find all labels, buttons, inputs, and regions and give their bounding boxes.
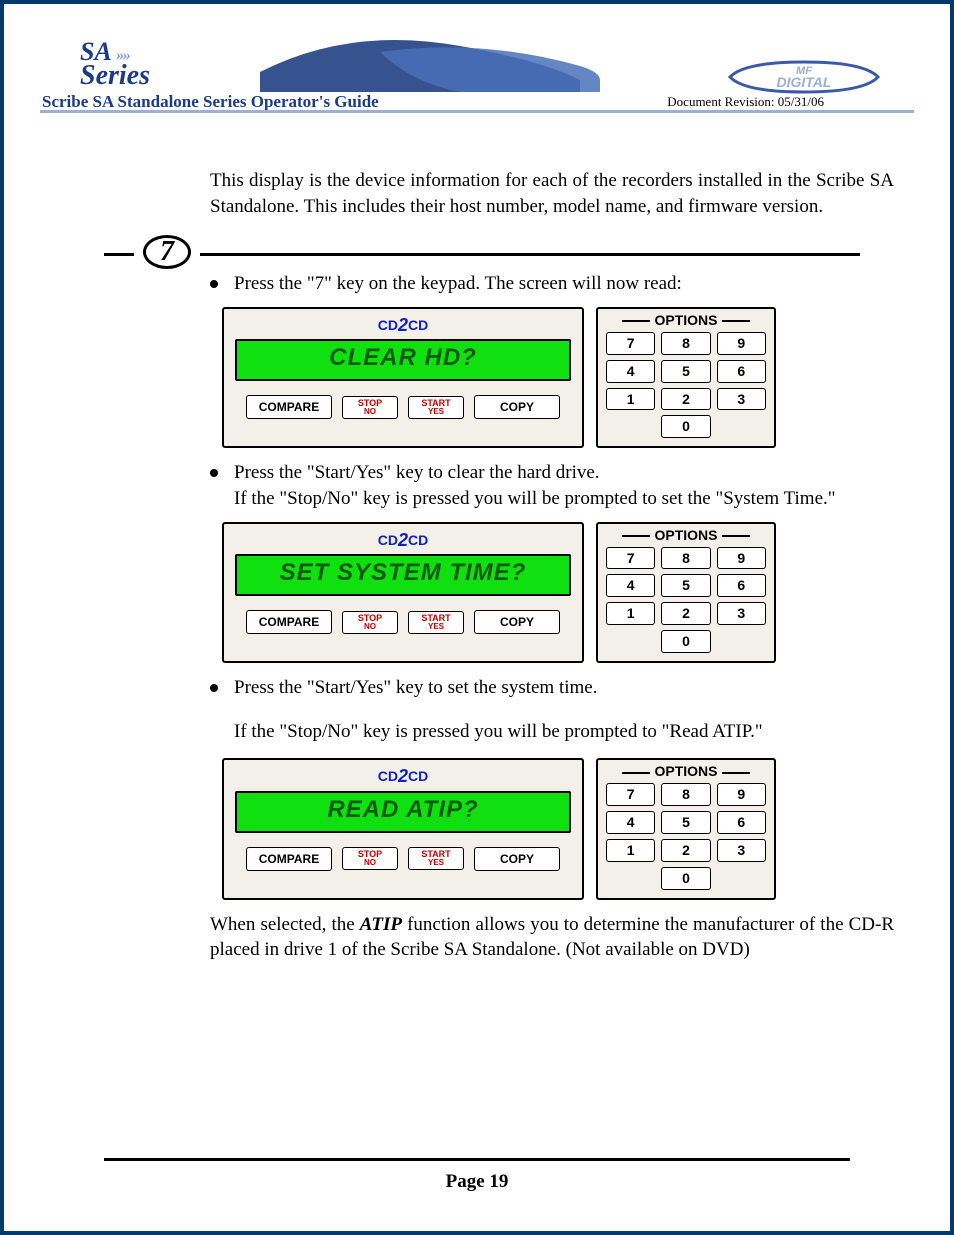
lcd-screen: CLEAR HD?: [235, 339, 571, 381]
lcd-button-row: COMPARE STOPNO STARTYES COPY: [246, 395, 560, 419]
key-1[interactable]: 1: [606, 388, 655, 411]
bullet-item: Press the "Start/Yes" key to set the sys…: [210, 675, 894, 744]
step-marker: 7: [134, 235, 200, 279]
options-label: OPTIONS: [606, 762, 766, 781]
options-label: OPTIONS: [606, 311, 766, 330]
key-8[interactable]: 8: [661, 783, 710, 806]
key-7[interactable]: 7: [606, 332, 655, 355]
intro-paragraph: This display is the device information f…: [210, 168, 894, 219]
key-7[interactable]: 7: [606, 783, 655, 806]
options-keypad: OPTIONS 7 8 9 4 5 6 1 2 3 0: [596, 522, 776, 663]
content-body: This display is the device information f…: [40, 168, 914, 219]
copy-button[interactable]: COPY: [474, 395, 560, 419]
key-8[interactable]: 8: [661, 547, 710, 570]
cd2cd-label: CD2CD: [378, 528, 428, 552]
step-content: Press the "7" key on the keypad. The scr…: [40, 271, 914, 963]
mf-digital-logo: MF DIGITAL: [724, 56, 884, 98]
key-1[interactable]: 1: [606, 602, 655, 625]
stop-no-button[interactable]: STOPNO: [342, 396, 398, 419]
key-3[interactable]: 3: [717, 602, 766, 625]
key-1[interactable]: 1: [606, 839, 655, 862]
bullet-icon: [210, 469, 218, 477]
bullet-text: Press the "Start/Yes" key to clear the h…: [234, 460, 894, 511]
lcd-button-row: COMPARE STOPNO STARTYES COPY: [246, 847, 560, 871]
lcd-screen: SET SYSTEM TIME?: [235, 554, 571, 596]
key-2[interactable]: 2: [661, 839, 710, 862]
key-4[interactable]: 4: [606, 811, 655, 834]
guide-title: Scribe SA Standalone Series Operator's G…: [42, 92, 379, 112]
key-6[interactable]: 6: [717, 360, 766, 383]
header-rule: [40, 110, 914, 113]
page: SA›››› Series MF DIGITAL Scribe SA Stand…: [0, 0, 954, 1235]
lcd-button-row: COMPARE STOPNO STARTYES COPY: [246, 610, 560, 634]
key-2[interactable]: 2: [661, 388, 710, 411]
swoosh-graphic: [260, 32, 600, 92]
options-keypad: OPTIONS 7 8 9 4 5 6 1 2 3 0: [596, 307, 776, 448]
page-number: Page 19: [4, 1171, 950, 1193]
key-4[interactable]: 4: [606, 360, 655, 383]
compare-button[interactable]: COMPARE: [246, 610, 332, 634]
sa-series-logo: SA›››› Series: [80, 40, 150, 89]
key-5[interactable]: 5: [661, 360, 710, 383]
atip-note: When selected, the ATIP function allows …: [210, 912, 894, 963]
options-label: OPTIONS: [606, 526, 766, 545]
step-rule: [104, 253, 860, 256]
footer-rule: [104, 1158, 850, 1161]
lcd-module: CD2CD READ ATIP? COMPARE STOPNO STARTYES…: [222, 758, 584, 899]
cd2cd-label: CD2CD: [378, 764, 428, 788]
key-3[interactable]: 3: [717, 388, 766, 411]
key-9[interactable]: 9: [717, 547, 766, 570]
start-yes-button[interactable]: STARTYES: [408, 396, 464, 419]
compare-button[interactable]: COMPARE: [246, 395, 332, 419]
bullet-icon: [210, 280, 218, 288]
key-9[interactable]: 9: [717, 783, 766, 806]
key-4[interactable]: 4: [606, 574, 655, 597]
atip-bold: ATIP: [360, 914, 402, 935]
document-revision: Document Revision: 05/31/06: [667, 94, 824, 110]
key-6[interactable]: 6: [717, 574, 766, 597]
stop-no-button[interactable]: STOPNO: [342, 611, 398, 634]
key-6[interactable]: 6: [717, 811, 766, 834]
digital-text: DIGITAL: [777, 74, 832, 90]
bullet-text: Press the "Start/Yes" key to set the sys…: [234, 675, 894, 744]
bullet-icon: [210, 684, 218, 692]
key-0[interactable]: 0: [661, 867, 711, 890]
key-3[interactable]: 3: [717, 839, 766, 862]
key-5[interactable]: 5: [661, 811, 710, 834]
compare-button[interactable]: COMPARE: [246, 847, 332, 871]
device-panel: CD2CD SET SYSTEM TIME? COMPARE STOPNO ST…: [222, 522, 894, 663]
bullet-item: Press the "Start/Yes" key to clear the h…: [210, 460, 894, 511]
key-2[interactable]: 2: [661, 602, 710, 625]
cd2cd-label: CD2CD: [378, 313, 428, 337]
device-panel: CD2CD READ ATIP? COMPARE STOPNO STARTYES…: [222, 758, 894, 899]
device-panel: CD2CD CLEAR HD? COMPARE STOPNO STARTYES …: [222, 307, 894, 448]
key-5[interactable]: 5: [661, 574, 710, 597]
header: SA›››› Series MF DIGITAL Scribe SA Stand…: [40, 32, 914, 132]
key-9[interactable]: 9: [717, 332, 766, 355]
key-0[interactable]: 0: [661, 415, 711, 438]
options-keypad: OPTIONS 7 8 9 4 5 6 1 2 3 0: [596, 758, 776, 899]
start-yes-button[interactable]: STARTYES: [408, 611, 464, 634]
start-yes-button[interactable]: STARTYES: [408, 847, 464, 870]
copy-button[interactable]: COPY: [474, 610, 560, 634]
logo-series: Series: [80, 60, 150, 91]
lcd-module: CD2CD SET SYSTEM TIME? COMPARE STOPNO ST…: [222, 522, 584, 663]
lcd-module: CD2CD CLEAR HD? COMPARE STOPNO STARTYES …: [222, 307, 584, 448]
stop-no-button[interactable]: STOPNO: [342, 847, 398, 870]
copy-button[interactable]: COPY: [474, 847, 560, 871]
key-7[interactable]: 7: [606, 547, 655, 570]
key-0[interactable]: 0: [661, 630, 711, 653]
key-8[interactable]: 8: [661, 332, 710, 355]
lcd-screen: READ ATIP?: [235, 791, 571, 833]
step-number: 7: [143, 235, 191, 269]
